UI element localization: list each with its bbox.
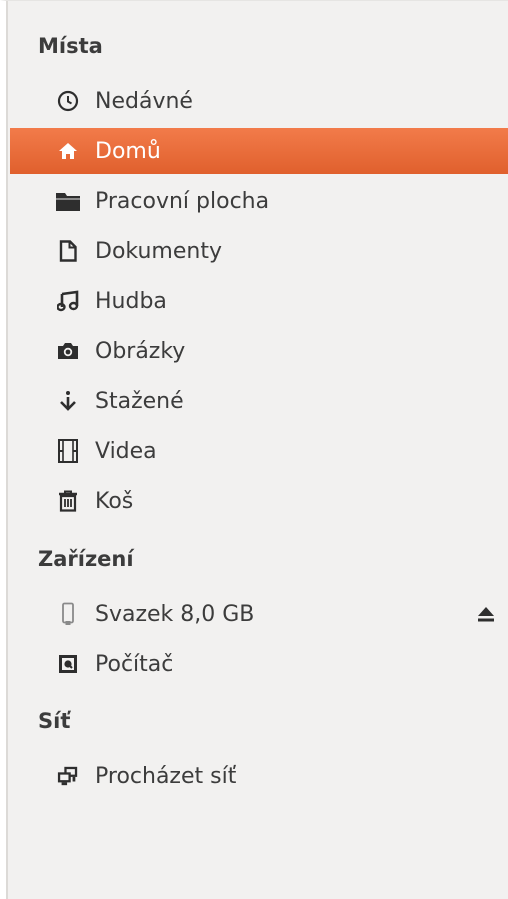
sidebar-item-label: Dokumenty [95,238,222,264]
sidebar-item-downloads[interactable]: Stažené [6,378,508,424]
computer-icon [57,653,79,675]
sidebar-item-label: Stažené [95,388,184,414]
sidebar-item-music[interactable]: Hudba [6,278,508,324]
sidebar-item-home[interactable]: Domů [10,128,508,174]
network-icon [57,765,79,787]
sidebar-item-label: Pracovní plocha [95,188,270,214]
sidebar-item-desktop[interactable]: Pracovní plocha [6,178,508,224]
sidebar-item-label: Videa [95,438,157,464]
film-icon [57,439,79,463]
sidebar-item-browse-network[interactable]: Procházet síť [6,753,508,799]
sidebar-item-recent[interactable]: Nedávné [6,78,508,124]
sidebar-item-label: Procházet síť [95,763,237,789]
download-icon [57,390,79,412]
document-icon [57,240,79,262]
music-icon [57,290,79,312]
sidebar-item-pictures[interactable]: Obrázky [6,328,508,374]
clock-icon [57,90,79,112]
section-header-places: Místa [38,34,103,58]
usb-drive-icon [57,602,79,625]
trash-icon [57,490,79,512]
sidebar-item-label: Domů [95,138,161,164]
sidebar-item-label: Hudba [95,288,167,314]
sidebar-item-volume[interactable]: Svazek 8,0 GB [6,591,508,637]
sidebar-item-label: Počítač [95,651,174,677]
sidebar-item-label: Koš [95,488,134,514]
home-icon [57,140,79,162]
sidebar-item-trash[interactable]: Koš [6,478,508,524]
section-header-devices: Zařízení [38,547,134,571]
sidebar-item-label: Obrázky [95,338,186,364]
folder-icon [55,190,81,212]
section-header-network: Síť [38,709,71,733]
sidebar-item-documents[interactable]: Dokumenty [6,228,508,274]
eject-icon[interactable] [476,604,496,624]
camera-icon [57,340,79,362]
places-sidebar: Místa Nedávné Domů Pracovní plocha Dokum… [0,0,508,899]
sidebar-item-computer[interactable]: Počítač [6,641,508,687]
sidebar-item-label: Nedávné [95,88,193,114]
sidebar-item-videos[interactable]: Videa [6,428,508,474]
sidebar-item-label: Svazek 8,0 GB [95,601,255,627]
